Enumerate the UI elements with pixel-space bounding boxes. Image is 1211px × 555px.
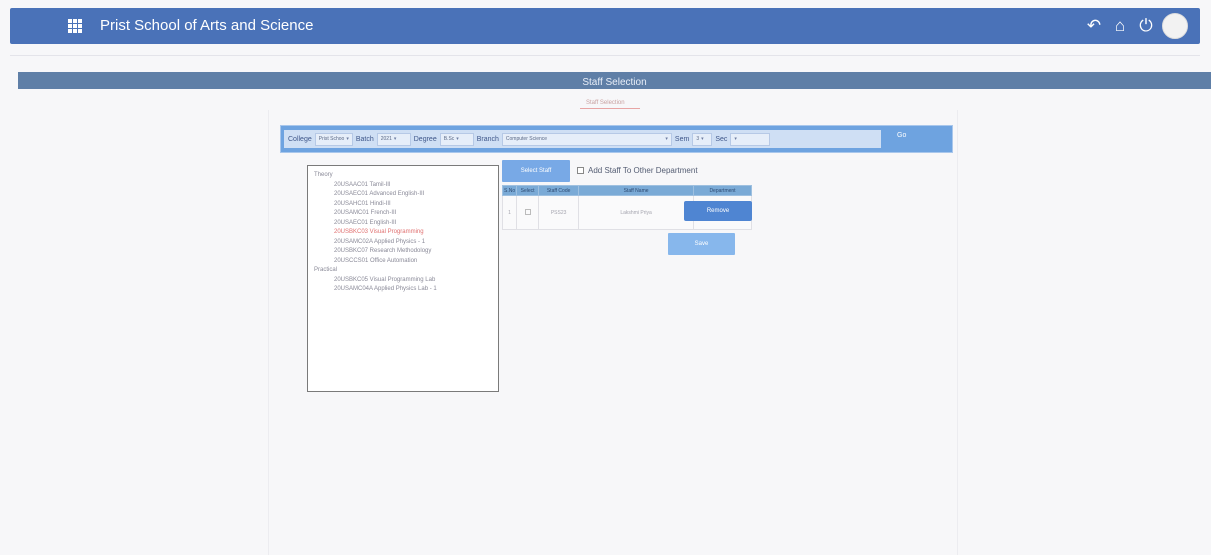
subject-tree[interactable]: Theory 20USAAC01 Tamil-III 20USAEC01 Advan… xyxy=(307,165,499,392)
avatar[interactable] xyxy=(1162,13,1188,39)
section-subtitle: Staff Selection xyxy=(586,100,625,106)
tree-item[interactable]: 20USAMC04A Applied Physics Lab - 1 xyxy=(308,285,498,295)
degree-select[interactable]: B.Sc ▾ xyxy=(439,132,474,146)
chevron-down-icon: ▾ xyxy=(734,135,737,142)
batch-label: Batch xyxy=(355,135,374,143)
save-button[interactable]: Save xyxy=(668,233,735,255)
tree-group[interactable]: Theory xyxy=(308,171,498,181)
branch-value: Computer Science xyxy=(505,135,548,142)
sem-label: Sem xyxy=(674,135,690,143)
tree-item[interactable]: 20USAAC01 Tamil-III xyxy=(308,181,498,191)
filter-fields: College Prist Schoo ▾ Batch 2021 ▾ Degree … xyxy=(284,130,881,148)
section-title-bar: Staff Selection xyxy=(18,72,1211,89)
column-header-select: Select xyxy=(516,185,540,196)
tree-group[interactable]: Practical xyxy=(308,266,498,276)
app-title: Prist School of Arts and Science xyxy=(100,17,314,34)
degree-value: B.Sc xyxy=(443,135,455,142)
sec-label: Sec xyxy=(715,135,728,143)
column-header-department: Department xyxy=(693,185,752,196)
power-icon[interactable]: ⏻ xyxy=(1136,13,1156,39)
row-staff-name: Lakshmi Priya xyxy=(578,195,694,230)
select-staff-button[interactable]: Select Staff xyxy=(502,160,570,182)
tree-item[interactable]: 20USBKC07 Research Methodology xyxy=(308,247,498,257)
tree-item[interactable]: 20USBKC05 Visual Programming Lab xyxy=(308,276,498,286)
row-select-cell xyxy=(516,195,540,230)
chevron-down-icon: ▾ xyxy=(456,135,459,142)
subtitle-underline xyxy=(580,108,640,109)
college-value: Prist Schoo xyxy=(318,135,345,142)
degree-label: Degree xyxy=(413,135,437,143)
batch-value: 2021 xyxy=(380,135,392,142)
tree-item[interactable]: 20USBKC03 Visual Programming xyxy=(308,228,498,238)
batch-select[interactable]: 2021 ▾ xyxy=(376,132,411,146)
chevron-down-icon: ▾ xyxy=(393,135,397,142)
chevron-down-icon: ▾ xyxy=(665,135,668,142)
row-select-checkbox[interactable] xyxy=(524,208,531,215)
back-icon[interactable]: ↶ xyxy=(1084,13,1104,39)
tree-item[interactable]: 20USCCS01 Office Automation xyxy=(308,257,498,267)
chevron-down-icon: ▾ xyxy=(346,135,349,142)
add-staff-other-dept-label: Add Staff To Other Department xyxy=(588,166,698,175)
filter-bar: College Prist Schoo ▾ Batch 2021 ▾ Degree … xyxy=(280,125,953,153)
add-staff-other-dept-checkbox[interactable] xyxy=(577,167,584,174)
row-sno: 1 xyxy=(501,195,518,230)
tree-item[interactable]: 20USAMC02A Applied Physics - 1 xyxy=(308,238,498,248)
remove-button[interactable]: Remove xyxy=(684,201,752,221)
sem-value: 3 xyxy=(696,135,700,142)
sem-select[interactable]: 3 ▾ xyxy=(692,132,713,146)
column-header-sno: S.No xyxy=(501,185,518,196)
branch-select[interactable]: Computer Science ▾ xyxy=(501,132,672,146)
chevron-down-icon: ▾ xyxy=(701,135,704,142)
go-button[interactable]: Go xyxy=(897,132,906,139)
column-header-staff-name: Staff Name xyxy=(578,185,694,196)
college-select[interactable]: Prist Schoo ▾ xyxy=(314,132,353,146)
app-grid-icon[interactable] xyxy=(68,19,82,33)
sec-select[interactable]: ▾ xyxy=(730,132,771,146)
college-label: College xyxy=(288,135,312,143)
header-divider xyxy=(10,55,1200,56)
branch-label: Branch xyxy=(476,135,499,143)
table-header-row: S.No Select Staff Code Staff Name Depart… xyxy=(501,185,752,196)
tree-item[interactable]: 20USAHC01 Hindi-III xyxy=(308,200,498,210)
home-icon[interactable]: ⌂ xyxy=(1110,13,1130,39)
tree-item[interactable]: 20USAEC01 Advanced English-III xyxy=(308,190,498,200)
header-actions: ↶ ⌂ ⏻ xyxy=(1084,13,1188,39)
top-app-bar: Prist School of Arts and Science ↶ ⌂ ⏻ xyxy=(10,8,1200,44)
tree-item[interactable]: 20USAMC01 French-III xyxy=(308,209,498,219)
column-header-staff-code: Staff Code xyxy=(538,185,580,196)
row-staff-code: PSS23 xyxy=(538,195,580,230)
tree-item[interactable]: 20USAEC01 English-III xyxy=(308,219,498,229)
section-title: Staff Selection xyxy=(582,77,647,88)
